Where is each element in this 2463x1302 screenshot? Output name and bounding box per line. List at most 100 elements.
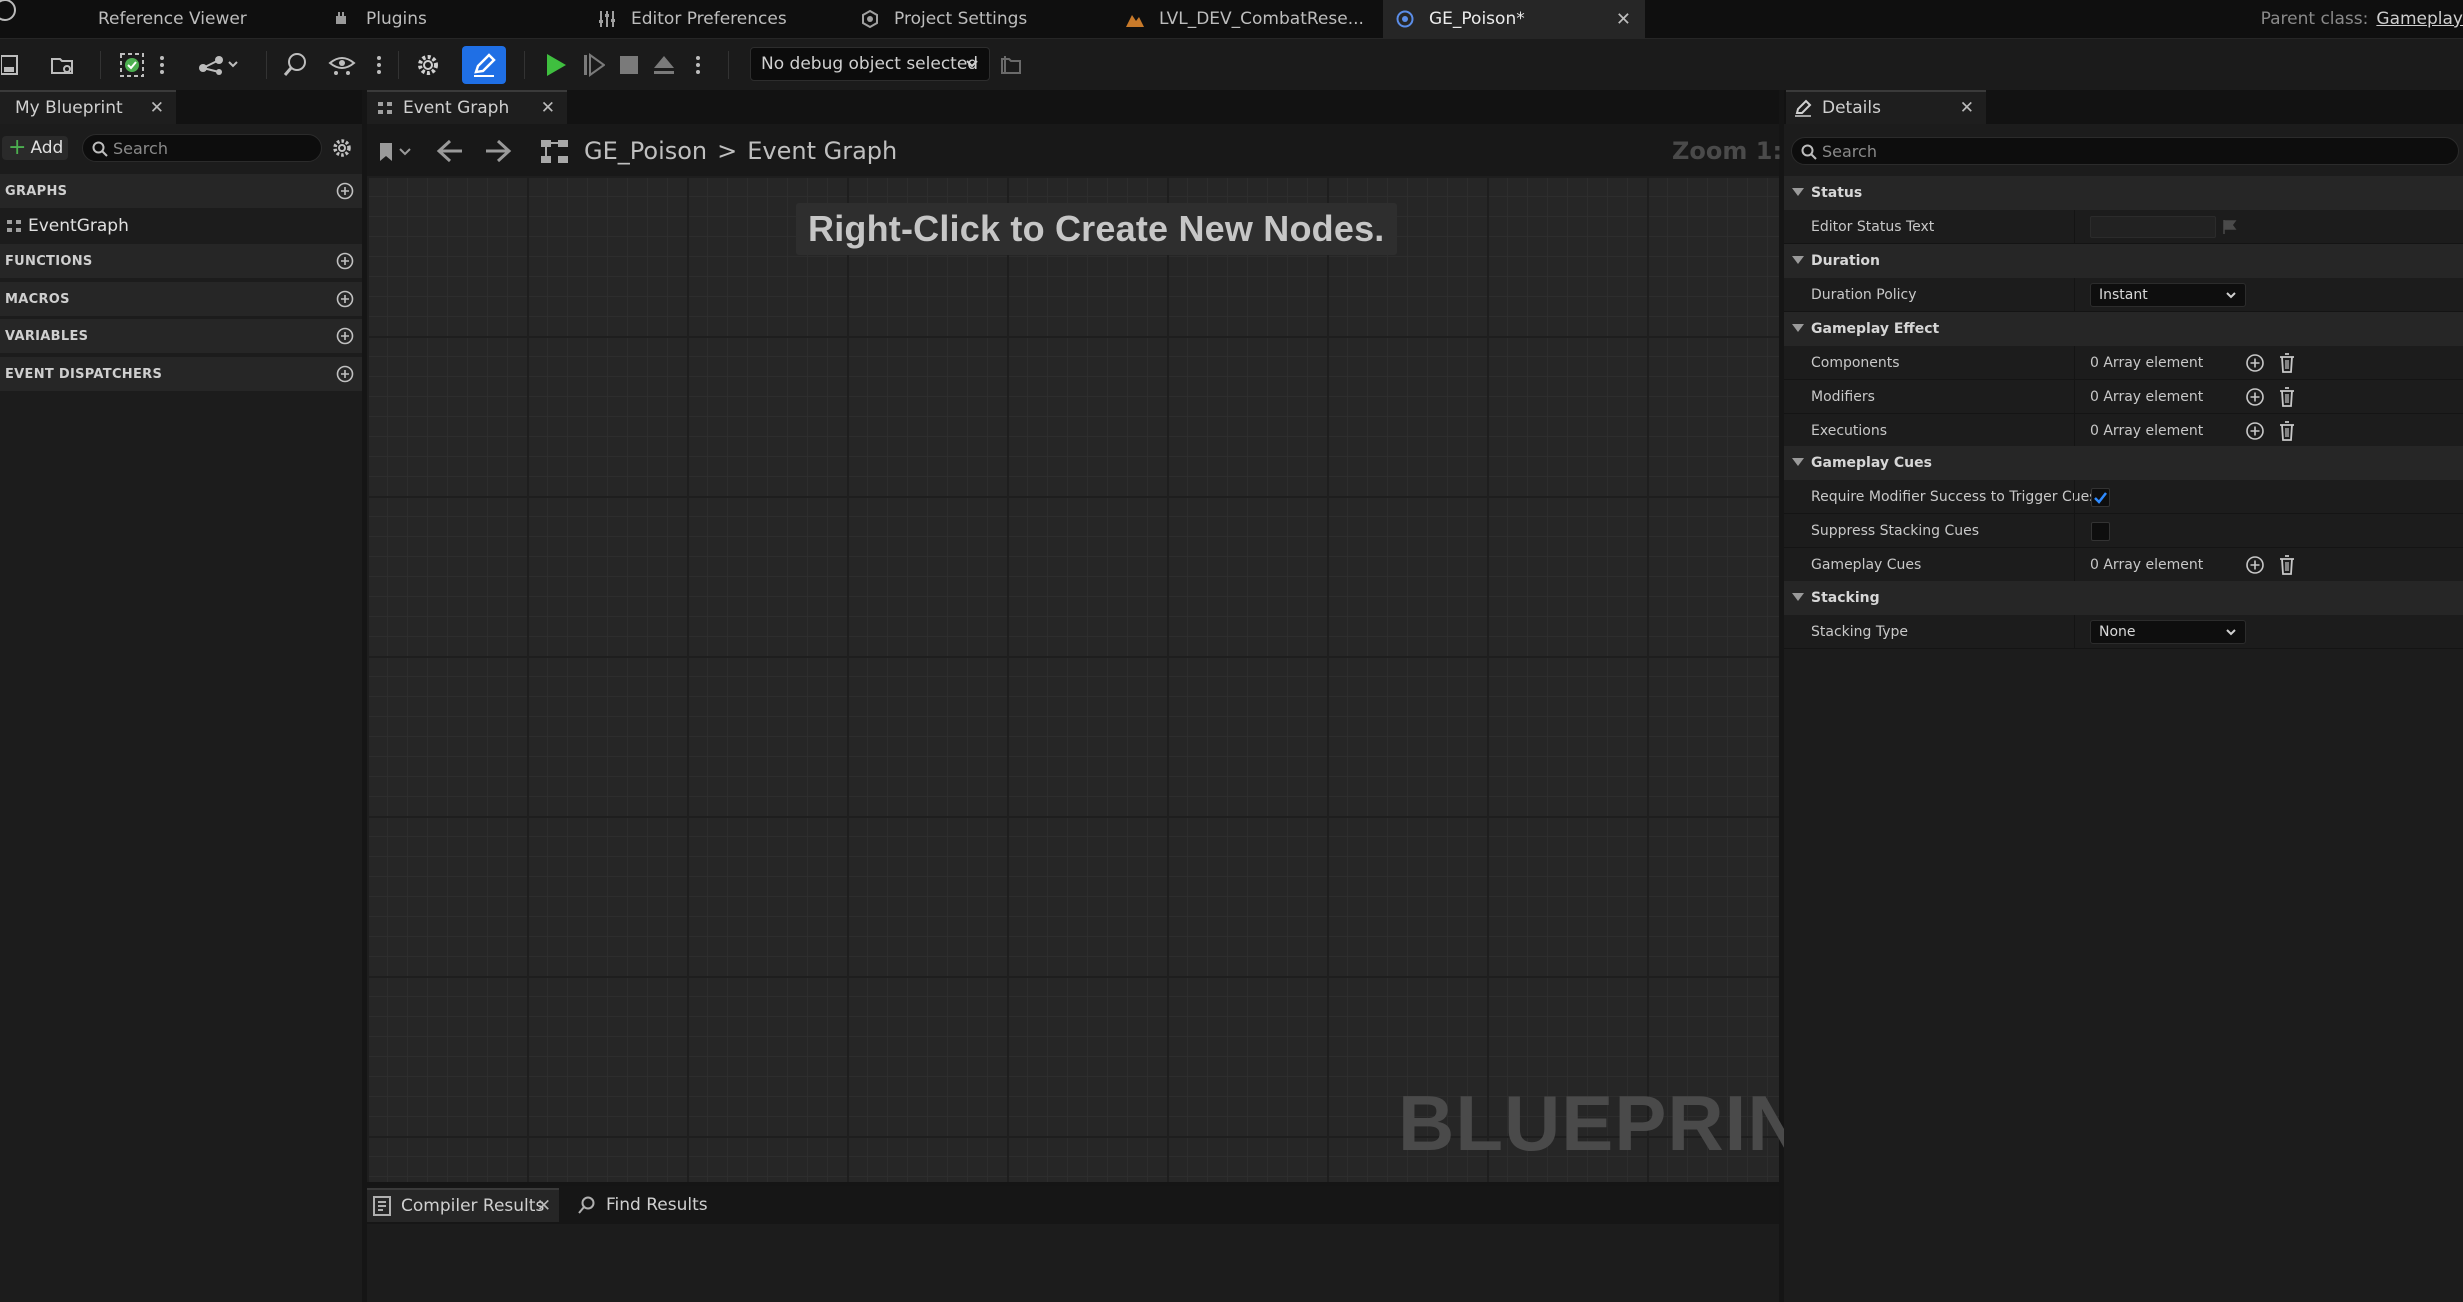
play-options-button[interactable] bbox=[691, 47, 705, 83]
stacking-type-select[interactable]: None bbox=[2090, 620, 2246, 644]
property-executions: Executions 0 Array element bbox=[1784, 414, 2463, 448]
edit-icon bbox=[1794, 99, 1812, 117]
details-search-input[interactable]: Search bbox=[1791, 137, 2459, 165]
my-blueprint-search-input[interactable]: Search bbox=[82, 134, 322, 162]
add-circle-icon bbox=[2246, 388, 2264, 406]
forward-button[interactable] bbox=[484, 138, 514, 164]
tab-project-settings[interactable]: Project Settings bbox=[850, 0, 1110, 38]
class-settings-button[interactable] bbox=[412, 47, 444, 83]
back-button[interactable] bbox=[436, 138, 466, 164]
edit-icon bbox=[474, 53, 496, 77]
tab-plugins[interactable]: Plugins bbox=[320, 0, 570, 38]
play-button[interactable] bbox=[541, 47, 571, 83]
tab-find-results[interactable]: Find Results bbox=[572, 1188, 742, 1222]
chevron-down-icon bbox=[965, 56, 979, 76]
add-button[interactable]: + Add bbox=[2, 136, 68, 160]
section-status[interactable]: Status bbox=[1784, 176, 2463, 210]
section-stacking[interactable]: Stacking bbox=[1784, 581, 2463, 615]
clear-array-button[interactable] bbox=[2278, 554, 2296, 580]
clear-array-button[interactable] bbox=[2278, 352, 2296, 378]
add-graph-button[interactable] bbox=[336, 182, 354, 204]
hide-unrelated-button[interactable] bbox=[326, 47, 358, 83]
add-event-dispatcher-button[interactable] bbox=[336, 365, 354, 387]
add-macro-button[interactable] bbox=[336, 290, 354, 312]
compile-options-button[interactable] bbox=[152, 47, 172, 83]
graph-canvas[interactable] bbox=[367, 176, 1779, 1182]
find-button[interactable] bbox=[280, 47, 312, 83]
list-item-eventgraph[interactable]: EventGraph bbox=[0, 212, 362, 240]
add-element-button[interactable] bbox=[2245, 387, 2265, 411]
graph-header bbox=[367, 124, 1779, 176]
tab-details[interactable]: Details ✕ bbox=[1786, 90, 1986, 124]
tab-level[interactable]: LVL_DEV_CombatRese... bbox=[1115, 0, 1380, 38]
graph-hint: Right-Click to Create New Nodes. bbox=[796, 203, 1397, 255]
breadcrumb: GE_Poison > Event Graph bbox=[584, 137, 897, 165]
document-tab-bar: Reference Viewer Plugins Editor Preferen… bbox=[0, 0, 2463, 38]
category-macros-label: MACROS bbox=[5, 291, 70, 307]
duration-policy-select[interactable]: Instant bbox=[2090, 283, 2246, 307]
step-button[interactable] bbox=[579, 47, 609, 83]
category-graphs[interactable]: GRAPHS bbox=[0, 174, 362, 208]
collapse-triangle-icon bbox=[1792, 188, 1804, 196]
diff-button[interactable] bbox=[194, 47, 244, 83]
components-value: 0 Array element bbox=[2090, 355, 2204, 371]
category-variables[interactable]: VARIABLES bbox=[0, 319, 362, 353]
category-event-dispatchers[interactable]: EVENT DISPATCHERS bbox=[0, 357, 362, 391]
eye-icon bbox=[328, 57, 356, 75]
add-function-button[interactable] bbox=[336, 252, 354, 274]
tab-my-blueprint[interactable]: My Blueprint ✕ bbox=[0, 90, 176, 124]
eject-button[interactable] bbox=[650, 47, 678, 83]
zoom-level: Zoom 1:1 bbox=[1672, 137, 1799, 165]
tab-event-graph[interactable]: Event Graph ✕ bbox=[367, 90, 567, 124]
category-event-dispatchers-label: EVENT DISPATCHERS bbox=[5, 366, 163, 382]
bookmark-button[interactable] bbox=[376, 139, 416, 165]
tab-reference-viewer[interactable]: Reference Viewer bbox=[40, 0, 320, 38]
section-gameplay-effect-label: Gameplay Effect bbox=[1811, 321, 1940, 337]
close-icon[interactable]: ✕ bbox=[537, 1196, 551, 1216]
suppress-stacking-cues-checkbox[interactable] bbox=[2091, 522, 2110, 541]
tab-editor-preferences[interactable]: Editor Preferences bbox=[585, 0, 835, 38]
breadcrumb-root[interactable]: GE_Poison bbox=[584, 137, 707, 165]
require-modifier-success-checkbox[interactable] bbox=[2091, 488, 2110, 507]
category-macros[interactable]: MACROS bbox=[0, 282, 362, 316]
my-blueprint-settings-button[interactable] bbox=[331, 137, 353, 159]
clear-array-button[interactable] bbox=[2278, 386, 2296, 412]
trash-icon bbox=[2280, 421, 2294, 441]
gear-icon bbox=[418, 55, 438, 75]
add-element-button[interactable] bbox=[2245, 555, 2265, 579]
parent-class: Parent class: Gameplay bbox=[2261, 0, 2463, 38]
close-icon[interactable]: ✕ bbox=[1616, 9, 1631, 30]
search-icon bbox=[92, 141, 108, 161]
compile-button[interactable] bbox=[116, 47, 148, 83]
parent-class-link[interactable]: Gameplay bbox=[2376, 9, 2463, 29]
tab-compiler-results[interactable]: Compiler Results ✕ bbox=[367, 1188, 559, 1222]
add-circle-icon bbox=[336, 365, 354, 383]
unreal-logo[interactable] bbox=[0, 0, 30, 38]
section-gameplay-cues[interactable]: Gameplay Cues bbox=[1784, 446, 2463, 480]
parent-class-label: Parent class: bbox=[2260, 9, 2369, 29]
find-options-button[interactable] bbox=[372, 47, 386, 83]
close-icon[interactable]: ✕ bbox=[1960, 98, 1974, 118]
add-element-button[interactable] bbox=[2245, 353, 2265, 377]
debug-browse-icon bbox=[1001, 56, 1021, 74]
tab-level-label: LVL_DEV_CombatRese... bbox=[1159, 9, 1364, 29]
class-defaults-button[interactable] bbox=[462, 46, 506, 84]
project-settings-icon bbox=[860, 9, 880, 29]
save-button[interactable] bbox=[0, 47, 20, 83]
section-duration[interactable]: Duration bbox=[1784, 244, 2463, 278]
browse-button[interactable] bbox=[48, 47, 78, 83]
section-gameplay-effect[interactable]: Gameplay Effect bbox=[1784, 312, 2463, 346]
add-variable-button[interactable] bbox=[336, 327, 354, 349]
close-icon[interactable]: ✕ bbox=[150, 98, 164, 118]
tab-ge-poison[interactable]: GE_Poison* ✕ bbox=[1383, 0, 1645, 38]
add-circle-icon bbox=[336, 290, 354, 308]
stop-button[interactable] bbox=[615, 47, 643, 83]
search-icon bbox=[1801, 144, 1817, 164]
add-element-button[interactable] bbox=[2245, 421, 2265, 445]
category-functions[interactable]: FUNCTIONS bbox=[0, 244, 362, 278]
debug-object-select[interactable]: No debug object selected bbox=[750, 47, 990, 81]
debug-browse-button[interactable] bbox=[996, 47, 1028, 83]
plugins-icon bbox=[332, 9, 352, 29]
close-icon[interactable]: ✕ bbox=[541, 98, 555, 118]
clear-array-button[interactable] bbox=[2278, 420, 2296, 446]
